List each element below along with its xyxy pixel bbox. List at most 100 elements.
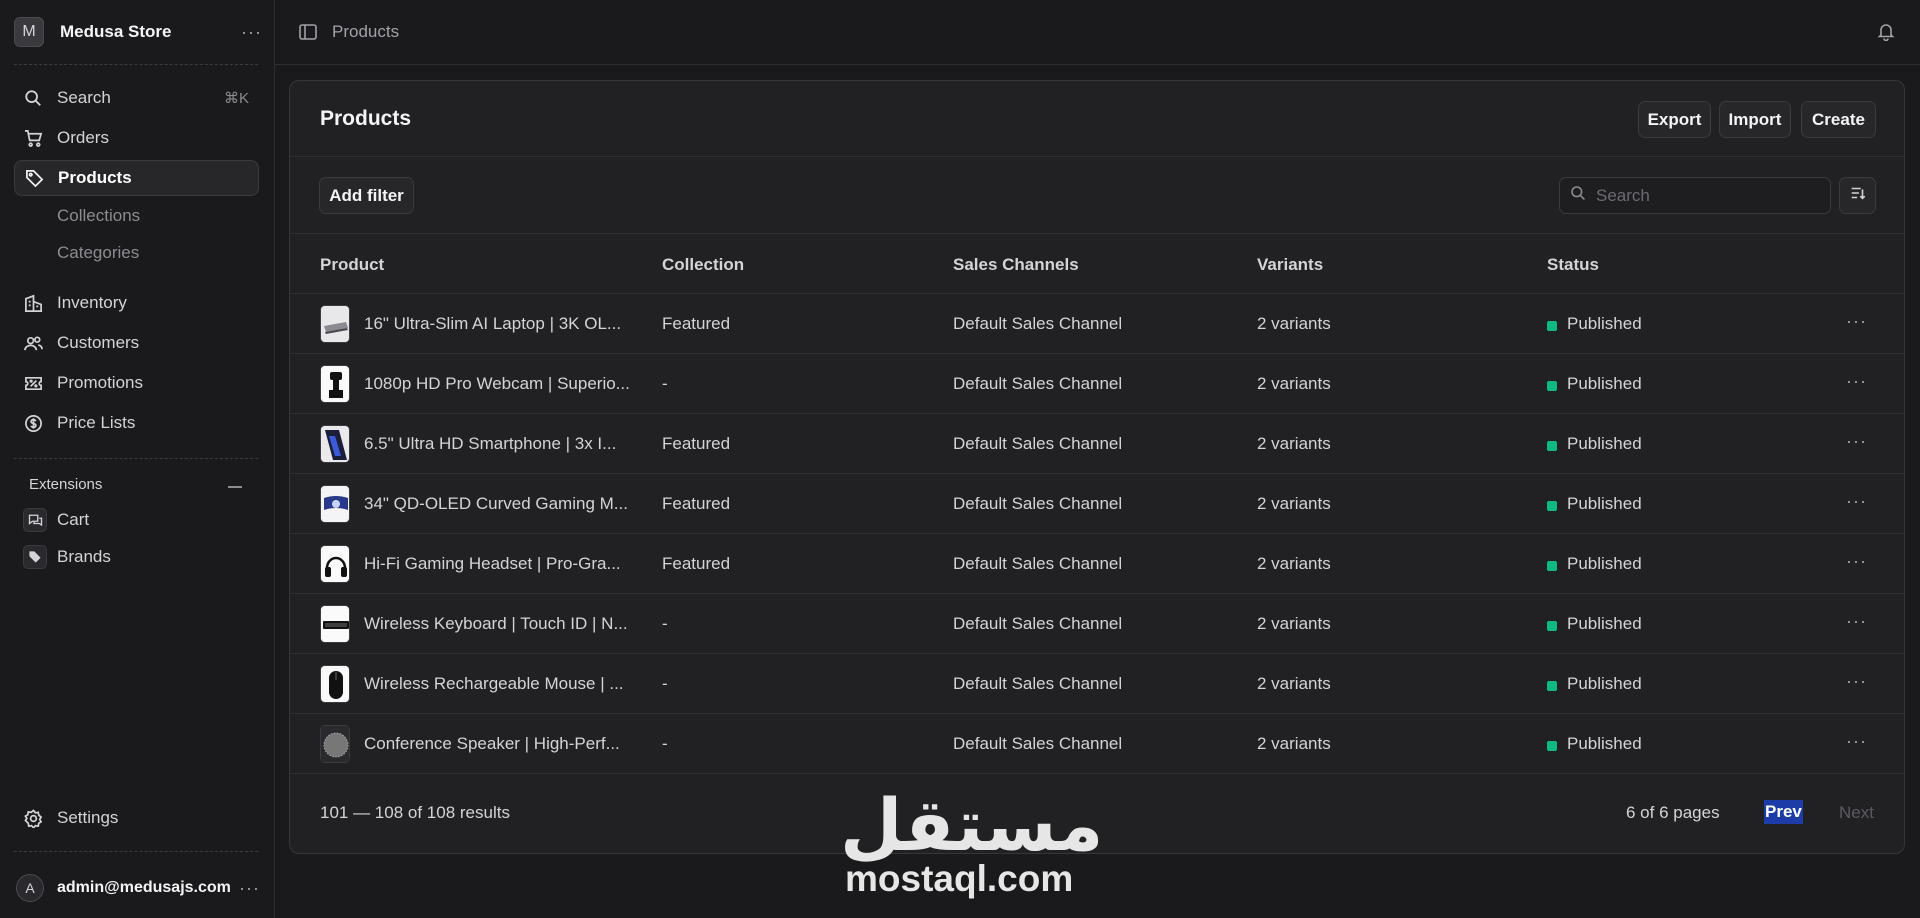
currency-dollar-icon	[23, 413, 43, 433]
sidebar-item-label: Price Lists	[57, 413, 136, 432]
watermark-logo: مستقل	[840, 786, 1104, 866]
variants-cell: 2 variants	[1257, 374, 1331, 393]
sidebar-item-inventory[interactable]: Inventory	[14, 285, 259, 321]
chat-bubbles-icon	[23, 508, 47, 532]
variants-cell: 2 variants	[1257, 434, 1331, 453]
product-name: Conference Speaker | High-Perf...	[364, 734, 620, 753]
sidebar-subitem-categories[interactable]: Categories	[57, 243, 139, 263]
divider	[290, 773, 1904, 774]
search-input[interactable]	[1596, 185, 1816, 206]
table-row[interactable]: 16" Ultra-Slim AI Laptop | 3K OL... Feat…	[290, 293, 1904, 353]
variants-cell: 2 variants	[1257, 554, 1331, 573]
column-header[interactable]: Sales Channels	[953, 255, 1079, 275]
search-icon	[23, 88, 43, 108]
product-name: Wireless Rechargeable Mouse | ...	[364, 674, 624, 693]
breadcrumb[interactable]: Products	[332, 22, 399, 42]
store-menu-icon[interactable]: ···	[241, 22, 262, 43]
import-button[interactable]: Import	[1719, 101, 1791, 138]
status-dot	[1547, 321, 1557, 331]
status-badge: Published	[1567, 494, 1642, 513]
add-filter-button[interactable]: Add filter	[319, 177, 414, 214]
gear-icon	[23, 808, 43, 828]
product-name: 16" Ultra-Slim AI Laptop | 3K OL...	[364, 314, 622, 333]
table-row[interactable]: Wireless Rechargeable Mouse | ... - Defa…	[290, 653, 1904, 713]
variants-cell: 2 variants	[1257, 734, 1331, 753]
collection-cell: Featured	[662, 434, 731, 453]
variants-cell: 2 variants	[1257, 314, 1331, 333]
sales-channel-cell: Default Sales Channel	[953, 374, 1123, 393]
column-header[interactable]: Variants	[1257, 255, 1323, 275]
page-indicator: 6 of 6 pages	[1626, 803, 1720, 822]
row-actions-icon[interactable]: ···	[1846, 611, 1867, 632]
sidebar-subitem-collections[interactable]: Collections	[57, 206, 140, 226]
user-menu-icon[interactable]: ···	[239, 878, 260, 899]
table-row[interactable]: 1080p HD Pro Webcam | Superio... - Defau…	[290, 353, 1904, 413]
sidebar-item-label: Promotions	[57, 373, 143, 392]
variants-cell: 2 variants	[1257, 674, 1331, 693]
table-row[interactable]: 6.5" Ultra HD Smartphone | 3x I... Featu…	[290, 413, 1904, 473]
divider	[14, 64, 258, 65]
column-header[interactable]: Product	[320, 255, 384, 275]
product-thumbnail	[320, 485, 350, 523]
sort-icon	[1849, 184, 1867, 207]
sidebar-item-orders[interactable]: Orders	[14, 120, 259, 156]
row-actions-icon[interactable]: ···	[1846, 731, 1867, 752]
table-row[interactable]: Conference Speaker | High-Perf... - Defa…	[290, 713, 1904, 773]
sidebar-toggle-icon[interactable]	[298, 22, 318, 47]
sidebar-item-label: Orders	[57, 128, 109, 147]
sidebar-item-settings[interactable]: Settings	[14, 800, 259, 836]
page-title: Products	[320, 107, 412, 130]
products-card: Products Export Import Create Add filter…	[289, 80, 1905, 854]
sidebar-search[interactable]: Search ⌘K	[14, 80, 259, 116]
next-page-button[interactable]: Next	[1839, 803, 1874, 823]
tag-icon	[23, 545, 47, 569]
row-actions-icon[interactable]: ···	[1846, 311, 1867, 332]
variants-cell: 2 variants	[1257, 614, 1331, 633]
column-header[interactable]: Collection	[662, 255, 744, 275]
row-actions-icon[interactable]: ···	[1846, 671, 1867, 692]
collection-cell: Featured	[662, 494, 731, 513]
table-header: Product Collection Sales Channels Varian…	[290, 234, 1904, 294]
row-actions-icon[interactable]: ···	[1846, 551, 1867, 572]
column-header[interactable]: Status	[1547, 255, 1599, 275]
table-row[interactable]: Wireless Keyboard | Touch ID | N... - De…	[290, 593, 1904, 653]
product-thumbnail	[320, 725, 350, 763]
prev-page-button[interactable]: Prev	[1764, 800, 1803, 824]
status-dot	[1547, 681, 1557, 691]
sidebar-item-cart[interactable]: Cart	[14, 502, 259, 538]
receipt-percent-icon	[23, 373, 43, 393]
collapse-extensions-icon[interactable]	[228, 486, 242, 488]
status-badge: Published	[1567, 734, 1642, 753]
topbar: Products	[275, 0, 1920, 65]
table-row[interactable]: Hi-Fi Gaming Headset | Pro-Gra... Featur…	[290, 533, 1904, 593]
collection-cell: -	[662, 614, 668, 633]
create-button[interactable]: Create	[1801, 101, 1876, 138]
row-actions-icon[interactable]: ···	[1846, 431, 1867, 452]
sidebar-item-price-lists[interactable]: Price Lists	[14, 405, 259, 441]
status-dot	[1547, 741, 1557, 751]
building-icon	[23, 293, 43, 313]
sidebar-item-promotions[interactable]: Promotions	[14, 365, 259, 401]
sidebar-item-customers[interactable]: Customers	[14, 325, 259, 361]
row-actions-icon[interactable]: ···	[1846, 371, 1867, 392]
sidebar-item-products[interactable]: Products	[14, 160, 259, 196]
sales-channel-cell: Default Sales Channel	[953, 434, 1123, 453]
search-icon	[1570, 185, 1586, 206]
row-actions-icon[interactable]: ···	[1846, 491, 1867, 512]
table-row[interactable]: 34" QD-OLED Curved Gaming M... Featured …	[290, 473, 1904, 533]
sidebar-item-brands[interactable]: Brands	[14, 539, 259, 575]
export-button[interactable]: Export	[1638, 101, 1711, 138]
avatar: A	[16, 874, 44, 902]
collection-cell: -	[662, 674, 668, 693]
sort-button[interactable]	[1839, 177, 1876, 214]
bell-icon[interactable]	[1876, 21, 1896, 46]
sales-channel-cell: Default Sales Channel	[953, 554, 1123, 573]
product-thumbnail	[320, 425, 350, 463]
status-badge: Published	[1567, 554, 1642, 573]
product-thumbnail	[320, 365, 350, 403]
status-dot	[1547, 621, 1557, 631]
user-menu[interactable]: A admin@medusajs.com ···	[16, 873, 259, 903]
status-badge: Published	[1567, 674, 1642, 693]
store-switcher[interactable]: M Medusa Store ···	[14, 14, 262, 50]
search-field[interactable]	[1559, 177, 1831, 214]
